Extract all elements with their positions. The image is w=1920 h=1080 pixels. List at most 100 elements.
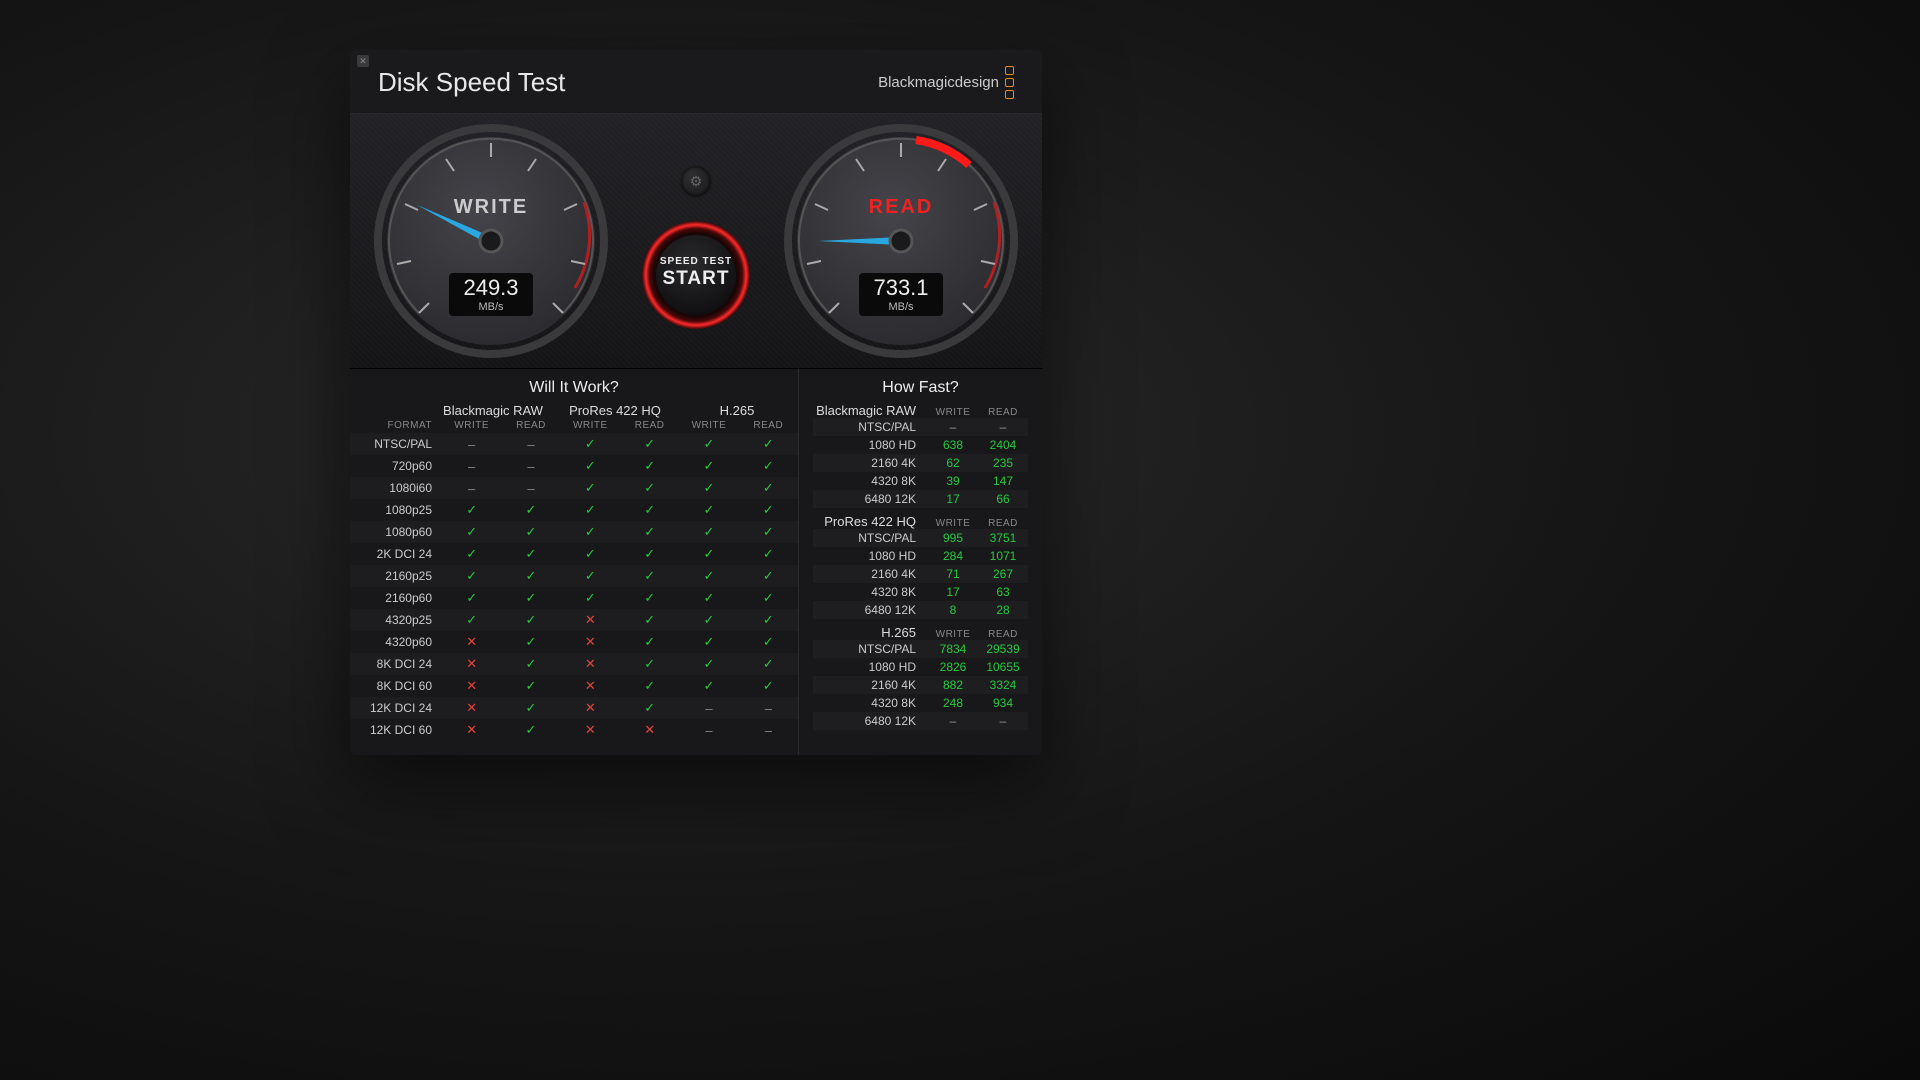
table-row: NTSC/PAL783429539 — [813, 640, 1028, 658]
check-icon: ✓ — [620, 656, 679, 672]
write-value: 17 — [928, 492, 978, 506]
read-value: – — [978, 420, 1028, 434]
how-fast-panel: How Fast? Blackmagic RAWWRITEREADNTSC/PA… — [799, 369, 1042, 755]
dash-icon: – — [442, 481, 501, 496]
format-label: 12K DCI 24 — [360, 701, 442, 715]
read-value: 1071 — [978, 549, 1028, 563]
table-row: 1080p25✓✓✓✓✓✓ — [350, 499, 798, 521]
format-label: 4320p60 — [360, 635, 442, 649]
read-gauge-dial — [784, 124, 1018, 358]
check-icon: ✓ — [501, 568, 560, 584]
x-icon: ✕ — [561, 700, 620, 716]
resolution-label: 1080 HD — [813, 549, 928, 563]
format-label: 1080p25 — [360, 503, 442, 517]
dash-icon: – — [442, 459, 501, 474]
codec-header: H.265 — [676, 403, 798, 418]
check-icon: ✓ — [561, 502, 620, 518]
table-row: 2K DCI 24✓✓✓✓✓✓ — [350, 543, 798, 565]
check-icon: ✓ — [679, 634, 738, 650]
format-label: 2160p60 — [360, 591, 442, 605]
write-gauge-dial — [374, 124, 608, 358]
resolution-label: 4320 8K — [813, 696, 928, 710]
brand-dots-icon — [1005, 66, 1014, 99]
read-value: 29539 — [978, 642, 1028, 656]
check-icon: ✓ — [620, 612, 679, 628]
write-gauge-label: WRITE — [374, 196, 608, 219]
resolution-label: 2160 4K — [813, 456, 928, 470]
check-icon: ✓ — [561, 458, 620, 474]
start-button-text: SPEED TEST START — [641, 256, 751, 290]
dash-icon: – — [501, 459, 560, 474]
check-icon: ✓ — [442, 590, 501, 606]
check-icon: ✓ — [739, 634, 798, 650]
check-icon: ✓ — [679, 480, 738, 496]
write-value: 638 — [928, 438, 978, 452]
format-label: 2160p25 — [360, 569, 442, 583]
check-icon: ✓ — [561, 590, 620, 606]
will-it-work-title: Will It Work? — [350, 379, 798, 397]
resolution-label: NTSC/PAL — [813, 642, 928, 656]
format-label: NTSC/PAL — [360, 437, 442, 451]
write-value: – — [928, 420, 978, 434]
settings-button[interactable]: ⚙ — [681, 166, 711, 196]
table-row: 6480 12K1766 — [813, 490, 1028, 508]
table-row: 12K DCI 24✕✓✕✓–– — [350, 697, 798, 719]
check-icon: ✓ — [501, 634, 560, 650]
table-row: 2160p25✓✓✓✓✓✓ — [350, 565, 798, 587]
table-row: 2160p60✓✓✓✓✓✓ — [350, 587, 798, 609]
format-header: FORMAT — [360, 420, 442, 431]
read-header: READ — [978, 629, 1028, 640]
write-unit: MB/s — [459, 301, 523, 313]
check-icon: ✓ — [679, 678, 738, 694]
gauge-area: WRITE 249.3 MB/s — [350, 113, 1042, 369]
check-icon: ✓ — [501, 700, 560, 716]
x-icon: ✕ — [442, 678, 501, 694]
check-icon: ✓ — [679, 568, 738, 584]
x-icon: ✕ — [442, 722, 501, 738]
read-value: 147 — [978, 474, 1028, 488]
close-button[interactable]: ✕ — [357, 55, 369, 67]
check-icon: ✓ — [679, 546, 738, 562]
brand-text: Blackmagicdesign — [878, 74, 999, 91]
table-row: 4320 8K248934 — [813, 694, 1028, 712]
table-row: 4320 8K39147 — [813, 472, 1028, 490]
check-icon: ✓ — [501, 656, 560, 672]
dash-icon: – — [442, 437, 501, 452]
column-header: READ — [739, 420, 798, 431]
will-it-work-table: Blackmagic RAWProRes 422 HQH.265 FORMATW… — [350, 403, 798, 741]
check-icon: ✓ — [442, 568, 501, 584]
read-header: READ — [978, 407, 1028, 418]
format-label: 8K DCI 24 — [360, 657, 442, 671]
check-icon: ✓ — [620, 480, 679, 496]
x-icon: ✕ — [442, 656, 501, 672]
write-gauge: WRITE 249.3 MB/s — [374, 124, 608, 358]
check-icon: ✓ — [739, 678, 798, 694]
read-value: 235 — [978, 456, 1028, 470]
write-value: 249.3 — [459, 277, 523, 299]
x-icon: ✕ — [561, 634, 620, 650]
dash-icon: – — [679, 723, 738, 738]
start-button[interactable]: SPEED TEST START — [641, 220, 751, 330]
check-icon: ✓ — [501, 546, 560, 562]
results-area: Will It Work? Blackmagic RAWProRes 422 H… — [350, 369, 1042, 755]
table-row: 1080 HD2841071 — [813, 547, 1028, 565]
resolution-label: 2160 4K — [813, 567, 928, 581]
dash-icon: – — [501, 481, 560, 496]
codec-name: ProRes 422 HQ — [813, 514, 928, 529]
resolution-label: NTSC/PAL — [813, 531, 928, 545]
check-icon: ✓ — [739, 656, 798, 672]
read-value: 10655 — [978, 660, 1028, 674]
table-row: 720p60––✓✓✓✓ — [350, 455, 798, 477]
table-row: NTSC/PAL9953751 — [813, 529, 1028, 547]
will-it-work-panel: Will It Work? Blackmagic RAWProRes 422 H… — [350, 369, 799, 755]
check-icon: ✓ — [442, 524, 501, 540]
check-icon: ✓ — [620, 634, 679, 650]
write-value: 17 — [928, 585, 978, 599]
check-icon: ✓ — [739, 612, 798, 628]
write-value: 7834 — [928, 642, 978, 656]
table-row: 8K DCI 60✕✓✕✓✓✓ — [350, 675, 798, 697]
table-row: 2160 4K71267 — [813, 565, 1028, 583]
write-header: WRITE — [928, 629, 978, 640]
column-header: READ — [501, 420, 560, 431]
check-icon: ✓ — [739, 546, 798, 562]
